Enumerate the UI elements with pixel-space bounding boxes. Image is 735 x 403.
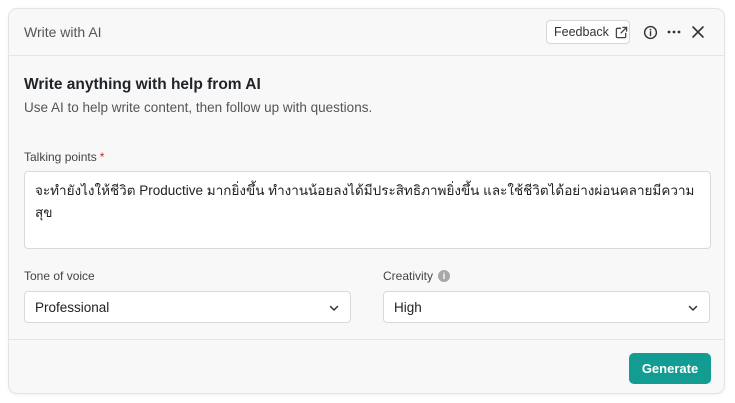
tone-of-voice-label: Tone of voice — [24, 269, 95, 283]
more-icon[interactable] — [665, 23, 683, 41]
creativity-label: Creativity i — [383, 269, 451, 283]
talking-points-input[interactable]: จะทำยังไงให้ชีวิต Productive มากยิ่งขึ้น… — [24, 171, 711, 249]
talking-points-label: Talking points * — [24, 150, 104, 164]
feedback-button[interactable]: Feedback — [546, 20, 630, 44]
generate-button[interactable]: Generate — [629, 353, 711, 384]
required-mark: * — [99, 150, 105, 164]
close-icon[interactable] — [689, 23, 707, 41]
external-link-icon — [615, 26, 628, 38]
talking-points-label-text: Talking points — [24, 150, 97, 164]
creativity-info-icon[interactable]: i — [438, 270, 451, 282]
write-with-ai-panel: Write with AI Feedback Write anything wi… — [8, 8, 725, 394]
panel-footer: Generate — [9, 339, 724, 393]
chevron-down-icon — [688, 305, 698, 311]
tone-of-voice-value: Professional — [35, 299, 110, 315]
panel-header: Write with AI Feedback — [9, 9, 724, 56]
info-icon[interactable] — [641, 23, 659, 41]
form-subheading: Use AI to help write content, then follo… — [24, 100, 373, 115]
feedback-label: Feedback — [554, 25, 609, 39]
panel-title: Write with AI — [24, 24, 102, 40]
creativity-value: High — [394, 299, 422, 315]
creativity-select[interactable]: High — [383, 291, 710, 323]
creativity-label-text: Creativity — [383, 269, 434, 283]
tone-of-voice-select[interactable]: Professional — [24, 291, 351, 323]
chevron-down-icon — [329, 305, 339, 311]
form-heading: Write anything with help from AI — [24, 76, 261, 93]
